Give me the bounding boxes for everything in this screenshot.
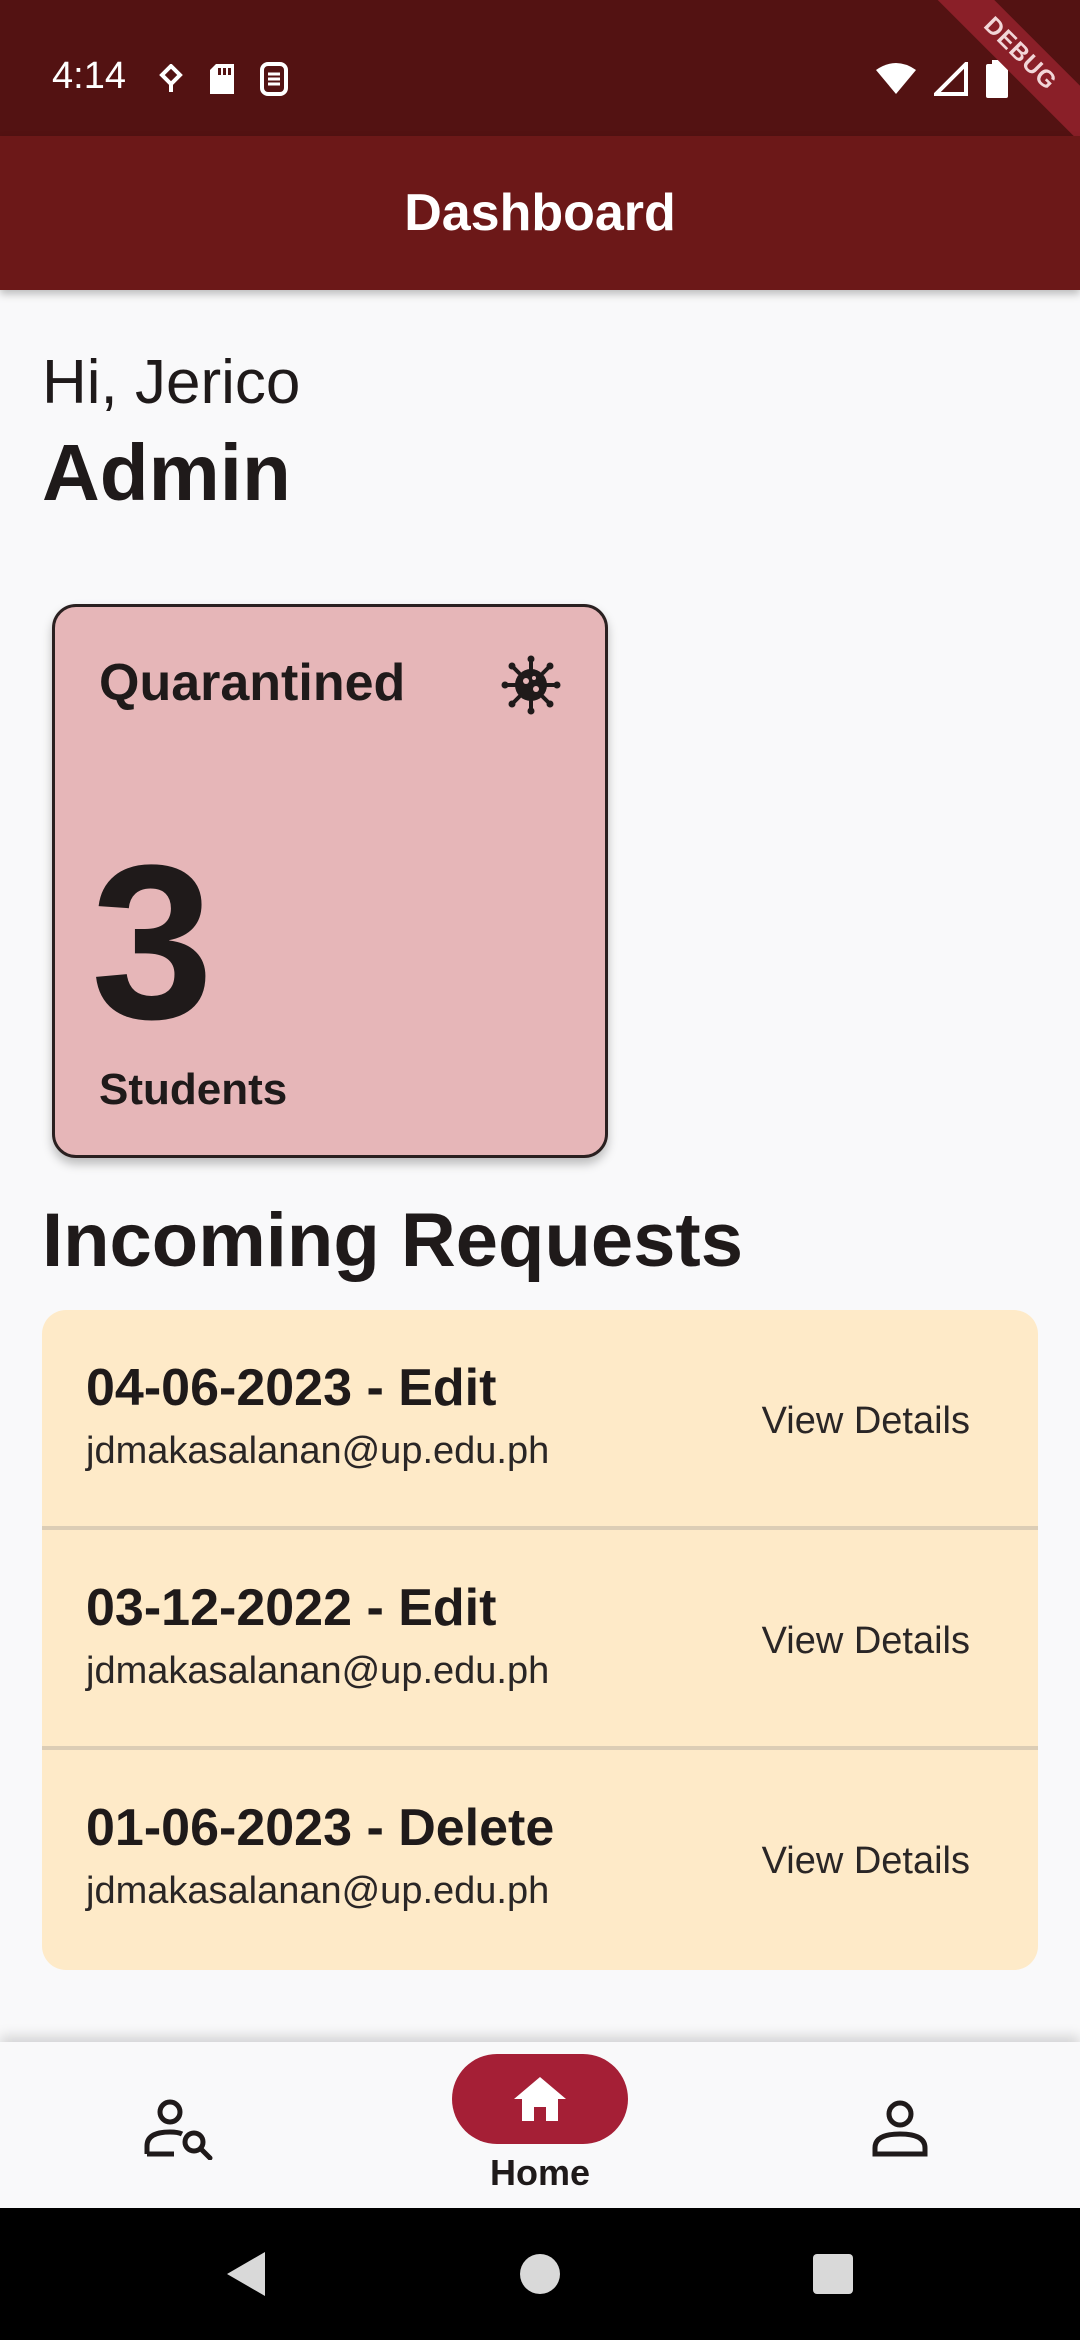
greeting-text: Hi, Jerico [42, 348, 301, 417]
stat-card-unit: Students [99, 1065, 288, 1114]
back-icon [227, 2252, 265, 2296]
status-time: 4:14 [52, 55, 126, 97]
stat-card-title: Quarantined [99, 654, 406, 712]
nav-item-home[interactable]: Home [440, 2042, 640, 2208]
status-icons-left [158, 62, 288, 96]
request-row[interactable]: 04-06-2023 - Edit jdmakasalanan@up.edu.p… [42, 1310, 1038, 1530]
home-circle-icon [520, 2254, 560, 2294]
requests-section-title: Incoming Requests [42, 1198, 743, 1283]
usb-debug-icon [159, 64, 183, 92]
recents-icon [813, 2254, 853, 2294]
requests-list: 04-06-2023 - Edit jdmakasalanan@up.edu.p… [42, 1310, 1038, 1970]
system-home-button[interactable] [495, 2208, 585, 2340]
person-icon [872, 2100, 928, 2157]
view-details-button[interactable]: View Details [762, 1838, 970, 1884]
system-nav-bar [0, 2208, 1080, 2340]
quarantined-card[interactable]: Quarantined 3 Students [52, 604, 608, 1158]
sd-card-icon [210, 64, 234, 94]
nav-item-profile[interactable] [840, 2042, 960, 2208]
signal-icon [934, 62, 968, 96]
request-email: jdmakasalanan@up.edu.ph [86, 1430, 550, 1472]
status-bar: 4:14 DEBUG [0, 0, 1080, 161]
app-bar-title: Dashboard [404, 184, 676, 242]
view-details-button[interactable]: View Details [762, 1618, 970, 1664]
screen: 4:14 DEBUG Dashboard Hi, Jerico Admin Qu… [0, 0, 1080, 2340]
user-search-icon [144, 2099, 213, 2160]
home-icon [514, 2077, 566, 2121]
status-icons-right [876, 60, 1008, 98]
system-recents-button[interactable] [788, 2208, 878, 2340]
request-email: jdmakasalanan@up.edu.ph [86, 1650, 550, 1692]
sim-icon [260, 62, 288, 96]
user-role: Admin [42, 428, 291, 517]
view-details-button[interactable]: View Details [762, 1398, 970, 1444]
request-row[interactable]: 01-06-2023 - Delete jdmakasalanan@up.edu… [42, 1750, 1038, 1970]
nav-item-search-users[interactable] [120, 2042, 240, 2208]
wifi-icon [876, 63, 916, 94]
request-title: 03-12-2022 - Edit [86, 1579, 497, 1637]
stat-card-count: 3 [91, 819, 214, 1065]
nav-home-label: Home [489, 2152, 591, 2193]
nav-home-indicator [452, 2054, 628, 2144]
app-bar: Dashboard [0, 136, 1080, 290]
request-title: 01-06-2023 - Delete [86, 1799, 555, 1857]
request-row[interactable]: 03-12-2022 - Edit jdmakasalanan@up.edu.p… [42, 1530, 1038, 1750]
bottom-nav: Home [0, 2042, 1080, 2208]
request-email: jdmakasalanan@up.edu.ph [86, 1870, 550, 1912]
virus-icon [501, 655, 561, 715]
request-title: 04-06-2023 - Edit [86, 1359, 497, 1417]
system-back-button[interactable] [200, 2208, 290, 2340]
